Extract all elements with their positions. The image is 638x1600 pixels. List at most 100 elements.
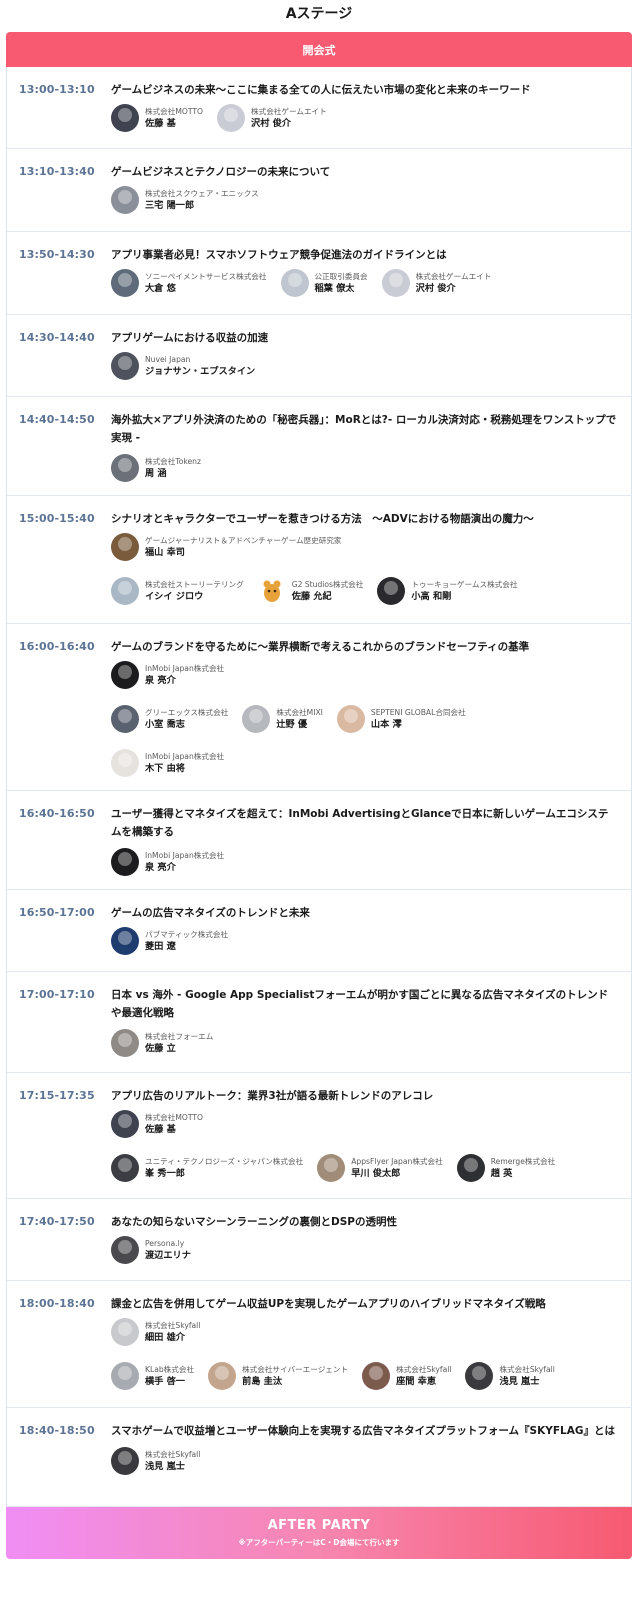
speaker-avatar: [111, 352, 139, 380]
speaker[interactable]: グリーエックス株式会社 小室 喬志: [111, 702, 228, 736]
session-row[interactable]: 17:15-17:35 アプリ広告のリアルトーク：業界3社が語る最新トレンドのアレ…: [7, 1073, 631, 1199]
session-title[interactable]: ゲームビジネスとテクノロジーの未来について: [111, 163, 617, 181]
speaker[interactable]: 株式会社Skyfall 座間 幸恵: [362, 1359, 451, 1393]
speaker[interactable]: ゲームジャーナリスト＆アドベンチャーゲーム歴史研究家 福山 幸司: [111, 530, 342, 564]
session-row[interactable]: 17:40-17:50 あなたの知らないマシーンラーニングの裏側とDSPの透明性 P…: [7, 1199, 631, 1281]
speaker[interactable]: パブマティック株式会社 菱田 遼: [111, 924, 228, 958]
speaker-company: InMobi Japan株式会社: [145, 851, 225, 860]
session-row[interactable]: 13:50-14:30 アプリ事業者必見！スマホソフトウェア競争促進法のガイドライ…: [7, 232, 631, 315]
mascot-avatar-icon: [258, 577, 286, 605]
speaker[interactable]: 株式会社Skyfall 細田 雄介: [111, 1315, 200, 1349]
session-row[interactable]: 14:40-14:50 海外拡大×アプリ外決済のための「秘密兵器」：MoRとは?-…: [7, 397, 631, 496]
speaker-name: 泉 亮介: [145, 862, 176, 873]
session-row[interactable]: 17:00-17:10 日本 vs 海外 - Google App Special…: [7, 972, 631, 1073]
session-title[interactable]: アプリ広告のリアルトーク：業界3社が語る最新トレンドのアレコレ: [111, 1087, 617, 1105]
session-body: あなたの知らないマシーンラーニングの裏側とDSPの透明性 Persona.ly 渡辺…: [111, 1199, 631, 1280]
speaker-text: InMobi Japan株式会社 木下 由将: [145, 751, 224, 775]
speaker-company: Nuvei Japan: [145, 355, 191, 364]
speaker[interactable]: KLab株式会社 横手 啓一: [111, 1359, 194, 1393]
speaker[interactable]: ソニーペイメントサービス株式会社 大倉 悠: [111, 266, 267, 300]
speaker-name: 三宅 陽一郎: [145, 200, 195, 211]
session-title[interactable]: あなたの知らないマシーンラーニングの裏側とDSPの透明性: [111, 1213, 617, 1231]
session-row[interactable]: 16:50-17:00 ゲームの広告マネタイズのトレンドと未来 パブマティック株式会…: [7, 890, 631, 972]
speaker-company: グリーエックス株式会社: [145, 708, 229, 717]
speaker-avatar: [465, 1362, 494, 1390]
session-title[interactable]: シナリオとキャラクターでユーザーを惹きつける方法 〜ADVにおける物語演出の魔力…: [111, 510, 617, 528]
speaker[interactable]: InMobi Japan株式会社泉 亮介: [111, 658, 224, 692]
speaker[interactable]: 株式会社スクウェア・エニックス 三宅 陽一郎: [111, 183, 259, 217]
session-title[interactable]: ゲームのブランドを守るために〜業界横断で考えるこれからのブランドセーフティの基準: [111, 638, 617, 656]
speaker[interactable]: ユニティ・テクノロジーズ・ジャパン株式会社峯 秀一郎: [111, 1151, 303, 1185]
speaker-company: 株式会社スクウェア・エニックス: [145, 189, 259, 198]
speaker-avatar: [111, 927, 139, 955]
speaker-name: 座間 幸恵: [396, 1376, 437, 1387]
session-time: 18:00-18:40: [19, 1297, 95, 1310]
speaker-name: 佐藤 允紀: [291, 591, 332, 602]
speaker[interactable]: InMobi Japan株式会社泉 亮介: [111, 845, 224, 879]
session-title[interactable]: 課金と広告を併用してゲーム収益UPを実現したゲームアプリのハイブリッドマネタイズ…: [111, 1295, 617, 1313]
speaker-text: 株式会社Skyfall 細田 雄介: [145, 1320, 200, 1344]
speaker-text: 公正取引委員会 稲葉 僚太: [315, 271, 368, 295]
speaker-row: 株式会社フォーエム 佐藤 立: [111, 1026, 617, 1060]
speaker-text: InMobi Japan株式会社泉 亮介: [145, 663, 224, 687]
after-party-title: AFTER PARTY: [267, 1518, 371, 1533]
speaker-row: InMobi Japan株式会社泉 亮介: [111, 845, 617, 879]
session-body: 課金と広告を併用してゲーム収益UPを実現したゲームアプリのハイブリッドマネタイズ…: [111, 1281, 631, 1407]
speaker[interactable]: 株式会社Skyfall 浅見 嵐士: [111, 1444, 200, 1478]
session-time: 13:00-13:10: [19, 83, 95, 96]
speaker-company: InMobi Japan株式会社: [145, 664, 225, 673]
speaker-text: パブマティック株式会社 菱田 遼: [145, 929, 228, 953]
speaker[interactable]: 株式会社MOTTO 佐藤 基: [111, 1107, 203, 1141]
speaker-text: InMobi Japan株式会社泉 亮介: [145, 850, 224, 874]
speaker[interactable]: 株式会社ゲームエイト 沢村 俊介: [381, 266, 491, 300]
session-title[interactable]: ゲームビジネスの未来〜ここに集まる全ての人に伝えたい市場の変化と未来のキーワード: [111, 81, 617, 99]
speaker[interactable]: 株式会社MOTTO 佐藤 基: [111, 101, 203, 135]
session-row[interactable]: 13:10-13:40 ゲームビジネスとテクノロジーの未来について 株式会社スクウェ…: [7, 149, 631, 232]
speaker-avatar: [111, 1110, 139, 1138]
speaker-name: 佐藤 立: [145, 1043, 176, 1054]
speaker[interactable]: 株式会社MIXI 辻野 優: [242, 702, 323, 736]
speaker[interactable]: SEPTENI GLOBAL合同会社 山本 澪: [336, 702, 466, 736]
session-title[interactable]: ゲームの広告マネタイズのトレンドと未来: [111, 904, 617, 922]
session-row[interactable]: 13:00-13:10 ゲームビジネスの未来〜ここに集まる全ての人に伝えたい市場の…: [7, 67, 631, 149]
session-title[interactable]: 日本 vs 海外 - Google App Specialistフォーエムが明か…: [111, 986, 617, 1022]
speaker[interactable]: 株式会社フォーエム 佐藤 立: [111, 1026, 213, 1060]
speaker-text: G2 Studios株式会社 佐藤 允紀: [292, 579, 364, 603]
session-title[interactable]: 海外拡大×アプリ外決済のための「秘密兵器」：MoRとは?- ローカル決済対応・税…: [111, 411, 617, 447]
speaker[interactable]: 株式会社ストーリーテリング イシイ ジロウ: [111, 574, 244, 608]
speaker[interactable]: 株式会社サイバーエージェント 前島 圭汰: [208, 1359, 348, 1393]
speaker-company: 株式会社Skyfall: [145, 1450, 201, 1459]
speaker[interactable]: G2 Studios株式会社 佐藤 允紀: [258, 574, 364, 608]
speaker[interactable]: Remerge株式会社趙 英: [456, 1151, 556, 1185]
session-row[interactable]: 15:00-15:40 シナリオとキャラクターでユーザーを惹きつける方法 〜ADV…: [7, 496, 631, 624]
session-row[interactable]: 16:40-16:50 ユーザー獲得とマネタイズを超えて：InMobi Adver…: [7, 791, 631, 890]
session-title[interactable]: アプリゲームにおける収益の加速: [111, 329, 617, 347]
session-title[interactable]: ユーザー獲得とマネタイズを超えて：InMobi AdvertisingとGlan…: [111, 805, 617, 841]
session-row[interactable]: 18:40-18:50 スマホゲームで収益増とユーザー体験向上を実現する広告マネタ…: [7, 1408, 631, 1507]
speaker-avatar: [377, 577, 406, 605]
session-title[interactable]: スマホゲームで収益増とユーザー体験向上を実現する広告マネタイズプラットフォーム『…: [111, 1422, 617, 1440]
timetable-page: Aステージ 開会式 13:00-13:10 ゲームビジネスの未来〜ここに集まる全て…: [0, 0, 638, 1600]
speaker-name: 横手 啓一: [145, 1376, 185, 1387]
speaker-text: ゲームジャーナリスト＆アドベンチャーゲーム歴史研究家 福山 幸司: [145, 535, 342, 559]
session-title[interactable]: アプリ事業者必見！スマホソフトウェア競争促進法のガイドラインとは: [111, 246, 617, 264]
speaker-avatar: [317, 1154, 346, 1182]
speaker-avatar: [362, 1362, 391, 1390]
speaker-name: 山本 澪: [370, 719, 402, 730]
speaker[interactable]: AppsFlyer Japan株式会社 早川 俊太郎: [317, 1151, 443, 1185]
session-row[interactable]: 14:30-14:40 アプリゲームにおける収益の加速 Nuvei Japan ジョナ…: [7, 315, 631, 397]
speaker[interactable]: Persona.ly 渡辺エリナ: [111, 1233, 191, 1267]
speaker[interactable]: Nuvei Japan ジョナサン・エプスタイン: [111, 349, 255, 383]
speaker-text: Remerge株式会社趙 英: [491, 1156, 556, 1180]
speaker[interactable]: 公正取引委員会 稲葉 僚太: [280, 266, 368, 300]
speaker[interactable]: 株式会社ゲームエイト 沢村 俊介: [217, 101, 327, 135]
speaker[interactable]: 株式会社Skyfall 浅見 嵐士: [465, 1359, 555, 1393]
speaker[interactable]: InMobi Japan株式会社 木下 由将: [111, 746, 224, 780]
session-row[interactable]: 18:00-18:40 課金と広告を併用してゲーム収益UPを実現したゲームアプリの…: [7, 1281, 631, 1408]
speaker[interactable]: トゥーキョーゲームス株式会社 小高 和剛: [377, 574, 517, 608]
session-body: 日本 vs 海外 - Google App Specialistフォーエムが明か…: [111, 972, 631, 1072]
stage-title: Aステージ: [285, 6, 353, 22]
speaker-avatar: [111, 1362, 139, 1390]
session-row[interactable]: 16:00-16:40 ゲームのブランドを守るために〜業界横断で考えるこれからのブ…: [7, 624, 631, 791]
speaker[interactable]: 株式会社Tokenz 周 涵: [111, 451, 201, 485]
